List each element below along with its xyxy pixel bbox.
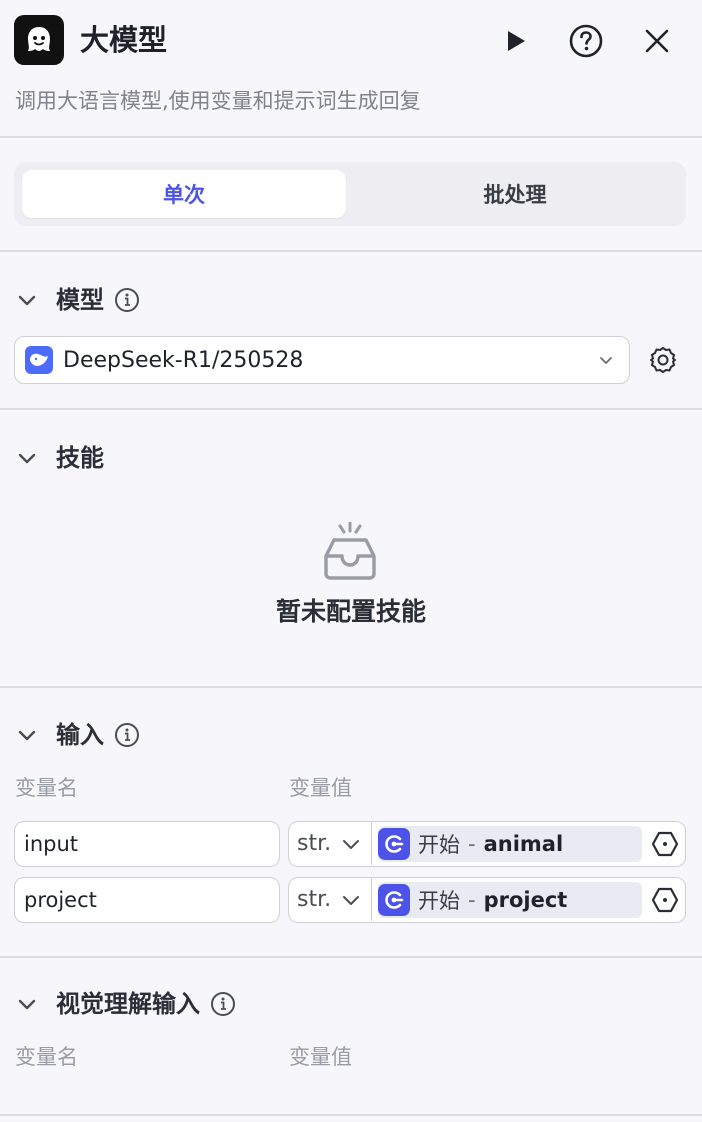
column-header-name: 变量名 (15, 776, 78, 800)
tab-batch[interactable]: 批处理 (350, 170, 680, 218)
divider (0, 250, 702, 252)
divider (0, 1114, 702, 1116)
variable-name-input[interactable]: input (14, 821, 280, 867)
chevron-down-icon (16, 993, 38, 1015)
close-icon (645, 29, 669, 53)
skills-empty-text: 暂未配置技能 (275, 597, 426, 626)
variable-picker-button[interactable] (651, 886, 679, 914)
column-header-value: 变量值 (289, 1045, 352, 1069)
chevron-down-icon (600, 357, 612, 364)
skills-section-header[interactable]: 技能 (16, 440, 104, 476)
section-title: 模型 (56, 286, 104, 314)
empty-inbox-icon (324, 522, 376, 580)
deepseek-logo-icon (25, 346, 53, 374)
variable-reference-tag[interactable]: 开始 - project (378, 882, 642, 918)
ref-variable-name: animal (483, 832, 564, 856)
gear-icon (650, 347, 676, 373)
ref-variable-name: project (483, 888, 568, 912)
section-title: 技能 (56, 444, 104, 472)
run-button[interactable] (492, 18, 538, 64)
info-icon[interactable] (114, 287, 140, 313)
start-node-icon (378, 828, 410, 860)
divider (0, 956, 702, 958)
ref-separator: - (468, 832, 476, 856)
play-icon (508, 31, 525, 51)
section-title: 视觉理解输入 (56, 990, 200, 1018)
tab-single[interactable]: 单次 (22, 170, 346, 218)
variable-hexagon-icon (651, 831, 679, 857)
ghost-logo-icon (28, 27, 50, 51)
start-node-icon (378, 884, 410, 916)
column-header-value: 变量值 (289, 776, 352, 800)
variable-picker-button[interactable] (651, 830, 679, 858)
chevron-down-icon (343, 896, 359, 905)
chevron-down-icon (16, 289, 38, 311)
divider (0, 408, 702, 410)
model-section-header[interactable]: 模型 (16, 282, 140, 318)
column-header-name: 变量名 (15, 1045, 78, 1069)
type-select[interactable]: str. (289, 878, 372, 921)
info-icon[interactable] (114, 722, 140, 748)
vision-input-section-header[interactable]: 视觉理解输入 (16, 986, 236, 1022)
help-circle-icon (569, 24, 603, 58)
model-settings-button[interactable] (644, 341, 682, 379)
chevron-down-icon (16, 724, 38, 746)
variable-value-field: str. 开始 - animal (288, 821, 686, 867)
type-label: str. (297, 887, 332, 912)
chevron-down-icon (343, 840, 359, 849)
model-name: DeepSeek-R1/250528 (63, 347, 304, 373)
info-icon[interactable] (210, 991, 236, 1017)
page-title: 大模型 (80, 23, 168, 57)
ref-node-name: 开始 (418, 889, 460, 913)
page-subtitle: 调用大语言模型,使用变量和提示词生成回复 (15, 89, 421, 113)
divider (0, 136, 702, 138)
type-label: str. (297, 831, 332, 856)
type-select[interactable]: str. (289, 822, 372, 865)
variable-name-input[interactable]: project (14, 877, 280, 923)
model-select[interactable]: DeepSeek-R1/250528 (14, 336, 630, 384)
section-title: 输入 (56, 721, 104, 749)
variable-reference-tag[interactable]: 开始 - animal (378, 826, 642, 862)
chevron-down-icon (16, 447, 38, 469)
mode-segmented-control: 单次 批处理 (14, 162, 686, 226)
divider (0, 686, 702, 688)
close-button[interactable] (634, 18, 680, 64)
variable-value-field: str. 开始 - project (288, 877, 686, 923)
help-button[interactable] (563, 18, 609, 64)
ref-separator: - (468, 888, 476, 912)
app-logo (14, 15, 64, 65)
ref-node-name: 开始 (418, 833, 460, 857)
variable-hexagon-icon (651, 887, 679, 913)
input-section-header[interactable]: 输入 (16, 717, 140, 753)
